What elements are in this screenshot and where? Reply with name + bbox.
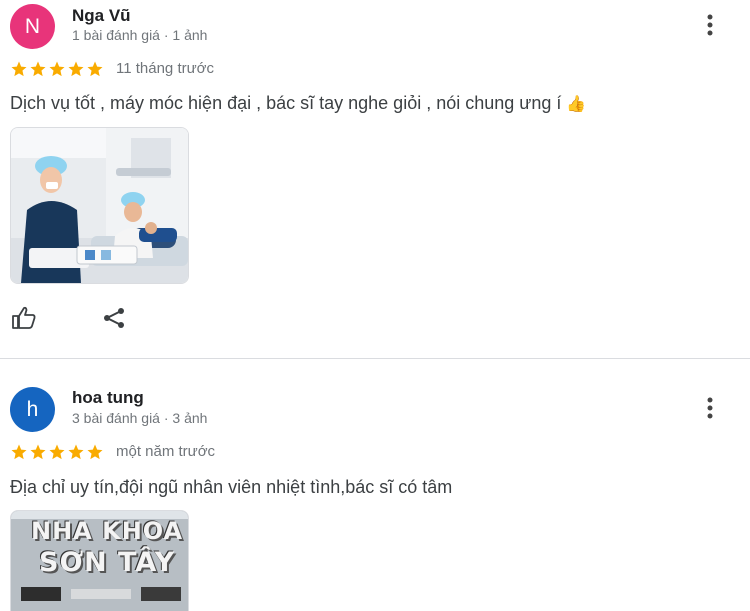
avatar[interactable]: h bbox=[10, 387, 55, 432]
star-rating bbox=[10, 60, 104, 78]
review-card: h hoa tung 3 bài đánh giá · 3 ảnh một nă… bbox=[0, 359, 750, 611]
reviewer-name[interactable]: hoa tung bbox=[72, 388, 144, 408]
review-text: Địa chỉ uy tín,đội ngũ nhân viên nhiệt t… bbox=[10, 477, 453, 497]
thumbs-up-emoji: 👍 bbox=[566, 96, 587, 113]
share-icon bbox=[104, 308, 124, 328]
review-photo[interactable] bbox=[10, 127, 189, 284]
dental-clinic-photo bbox=[11, 128, 188, 283]
sign-line-2: SƠN TÂY bbox=[39, 547, 176, 578]
reviewer-meta: 3 bài đánh giá · 3 ảnh bbox=[72, 410, 208, 426]
star-icon bbox=[68, 444, 84, 460]
more-options-button[interactable] bbox=[698, 396, 722, 420]
review-text: Dịch vụ tốt , máy móc hiện đại , bác sĩ … bbox=[10, 93, 586, 114]
review-photo[interactable]: NHA KHOA SƠN TÂY bbox=[10, 510, 189, 611]
reviewer-name[interactable]: Nga Vũ bbox=[72, 6, 131, 26]
thumbs-up-icon bbox=[12, 306, 36, 329]
share-button[interactable] bbox=[100, 304, 128, 332]
star-rating bbox=[10, 443, 104, 461]
review-card: N Nga Vũ 1 bài đánh giá · 1 ảnh 11 tháng… bbox=[0, 0, 750, 358]
avatar[interactable]: N bbox=[10, 4, 55, 49]
more-options-button[interactable] bbox=[698, 13, 722, 37]
sign-line-1: NHA KHOA bbox=[31, 517, 184, 545]
star-icon bbox=[11, 61, 27, 77]
reviewer-meta: 1 bài đánh giá · 1 ảnh bbox=[72, 27, 208, 43]
star-icon bbox=[30, 61, 46, 77]
star-icon bbox=[30, 444, 46, 460]
star-icon bbox=[49, 61, 65, 77]
review-time: một năm trước bbox=[116, 443, 216, 460]
avatar-letter: N bbox=[24, 14, 41, 38]
star-icon bbox=[11, 444, 27, 460]
more-vertical-icon bbox=[707, 14, 713, 36]
star-icon bbox=[87, 444, 103, 460]
star-icon bbox=[49, 444, 65, 460]
review-text-body: Dịch vụ tốt , máy móc hiện đại , bác sĩ … bbox=[10, 93, 562, 113]
like-button[interactable] bbox=[10, 304, 38, 332]
star-icon bbox=[68, 61, 84, 77]
star-icon bbox=[87, 61, 103, 77]
review-time: 11 tháng trước bbox=[116, 60, 214, 77]
more-vertical-icon bbox=[707, 397, 713, 419]
avatar-letter: h bbox=[26, 397, 39, 421]
